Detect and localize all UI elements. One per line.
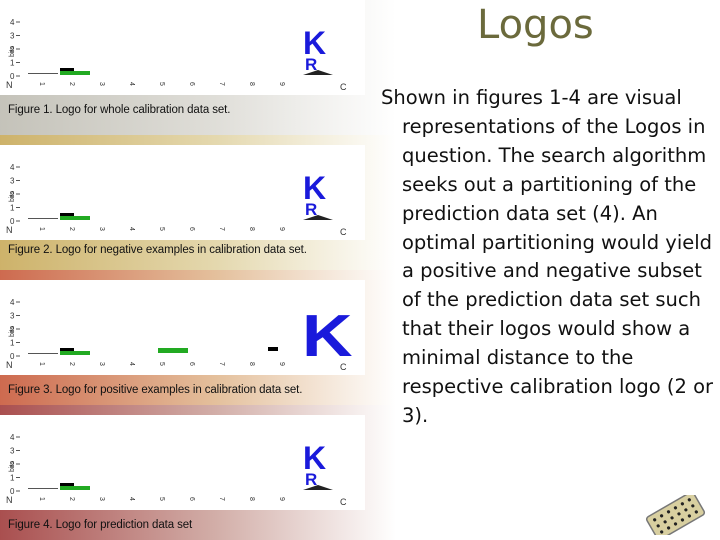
- sequence-logo: 01234bits123456789NCweblogo.berkeley.edu…: [6, 433, 347, 516]
- y-axis-label: bits: [9, 191, 16, 202]
- x-tick-label: 7: [218, 362, 225, 366]
- x-tick-label: 3: [98, 227, 105, 231]
- x-tick-label: 4: [128, 82, 135, 86]
- logo-stack-grey: [28, 218, 58, 219]
- sequence-logo-panel: 01234bits123456789NCweblogo.berkeley.edu…: [0, 145, 365, 246]
- x-tick-label: 4: [128, 362, 135, 366]
- x-tick-label: 9: [278, 497, 285, 501]
- logo-stack-grey: [28, 488, 58, 489]
- logo-stack-black: [60, 483, 74, 486]
- logo-stack-black: [60, 213, 74, 216]
- y-tick-label: 4: [10, 163, 15, 172]
- y-tick-label: 1: [10, 59, 15, 68]
- n-terminus-label: N: [6, 225, 13, 235]
- figure-4: 01234bits123456789NCweblogo.berkeley.edu…: [0, 405, 365, 540]
- x-tick-label: 8: [248, 82, 255, 86]
- slide-title: Logos: [477, 2, 594, 48]
- x-tick-label: 2: [68, 227, 75, 231]
- y-tick-label: 3: [10, 447, 15, 456]
- y-axis-label: bits: [9, 46, 16, 57]
- x-tick-label: 5: [158, 82, 165, 86]
- figure-3: 01234bits123456789NCweblogo.berkeley.edu…: [0, 270, 365, 405]
- y-tick-label: 3: [10, 177, 15, 186]
- x-tick-label: 6: [188, 497, 195, 501]
- logo-letter-K: K: [302, 302, 353, 369]
- x-tick-label: 3: [98, 362, 105, 366]
- logo-stack-black: [60, 68, 74, 71]
- slide-body: Shown in figures 1-4 are visual represen…: [381, 84, 720, 431]
- y-axis-label: bits: [9, 326, 16, 337]
- x-tick-label: 1: [38, 82, 45, 86]
- y-tick-label: 1: [10, 474, 15, 483]
- c-terminus-label: C: [340, 82, 347, 92]
- x-tick-label: 9: [278, 82, 285, 86]
- x-tick-label: 7: [218, 227, 225, 231]
- x-tick-label: 7: [218, 82, 225, 86]
- sequence-logo-panel: 01234bits123456789NCweblogo.berkeley.edu…: [0, 280, 365, 381]
- figure-caption: Figure 3. Logo for positive examples in …: [8, 384, 303, 396]
- x-tick-label: 5: [158, 227, 165, 231]
- figure-1: 01234bits123456789NCweblogo.berkeley.edu…: [0, 0, 365, 135]
- x-tick-label: 2: [68, 82, 75, 86]
- figure-caption: Figure 2. Logo for negative examples in …: [8, 244, 307, 256]
- x-tick-label: 6: [188, 362, 195, 366]
- logo-stack-black: [60, 348, 74, 351]
- body-paragraph: Shown in figures 1-4 are visual represen…: [381, 86, 714, 427]
- x-tick-label: 9: [278, 362, 285, 366]
- sequence-logo: 01234bits123456789NCweblogo.berkeley.edu…: [6, 298, 353, 381]
- y-tick-label: 4: [10, 18, 15, 27]
- y-tick-label: 3: [10, 32, 15, 41]
- x-tick-label: 2: [68, 497, 75, 501]
- x-tick-label: 7: [218, 497, 225, 501]
- logo-stack-black: [268, 347, 278, 351]
- y-tick-label: 1: [10, 339, 15, 348]
- y-tick-label: 4: [10, 433, 15, 442]
- x-tick-label: 4: [128, 497, 135, 501]
- n-terminus-label: N: [6, 360, 13, 370]
- logo-stack-green: [60, 486, 90, 490]
- figure-caption: Figure 4. Logo for prediction data set: [8, 519, 193, 531]
- n-terminus-label: N: [6, 495, 13, 505]
- x-tick-label: 6: [188, 227, 195, 231]
- n-terminus-label: N: [6, 80, 13, 90]
- x-tick-label: 5: [158, 362, 165, 366]
- sequence-logo-panel: 01234bits123456789NCweblogo.berkeley.edu…: [0, 415, 365, 516]
- c-terminus-label: C: [340, 497, 347, 507]
- sequence-logo: 01234bits123456789NCweblogo.berkeley.edu…: [6, 163, 347, 246]
- logo-stack-grey: [28, 73, 58, 74]
- x-tick-label: 4: [128, 227, 135, 231]
- logo-stack-green: [60, 216, 90, 220]
- y-tick-label: 3: [10, 312, 15, 321]
- y-tick-label: 4: [10, 298, 15, 307]
- x-tick-label: 5: [158, 497, 165, 501]
- y-tick-label: 1: [10, 204, 15, 213]
- x-tick-label: 1: [38, 497, 45, 501]
- figure-2: 01234bits123456789NCweblogo.berkeley.edu…: [0, 135, 365, 270]
- x-tick-label: 8: [248, 497, 255, 501]
- x-tick-label: 9: [278, 227, 285, 231]
- x-tick-label: 3: [98, 82, 105, 86]
- c-terminus-label: C: [340, 227, 347, 237]
- logo-stack-green: [158, 348, 188, 353]
- x-tick-label: 1: [38, 227, 45, 231]
- sequence-logo-panel: 01234bits123456789NCweblogo.berkeley.edu…: [0, 0, 365, 101]
- x-tick-label: 3: [98, 497, 105, 501]
- y-axis-label: bits: [9, 461, 16, 472]
- logo-stack-green: [60, 351, 90, 355]
- logo-stack-grey: [28, 353, 58, 354]
- x-tick-label: 8: [248, 362, 255, 366]
- x-tick-label: 1: [38, 362, 45, 366]
- microarray-chip-image: [645, 495, 706, 535]
- x-tick-label: 6: [188, 82, 195, 86]
- x-tick-label: 8: [248, 227, 255, 231]
- figure-caption: Figure 1. Logo for whole calibration dat…: [8, 104, 231, 116]
- x-tick-label: 2: [68, 362, 75, 366]
- logo-stack-green: [60, 71, 90, 75]
- sequence-logo: 01234bits123456789NCweblogo.berkeley.edu…: [6, 18, 347, 101]
